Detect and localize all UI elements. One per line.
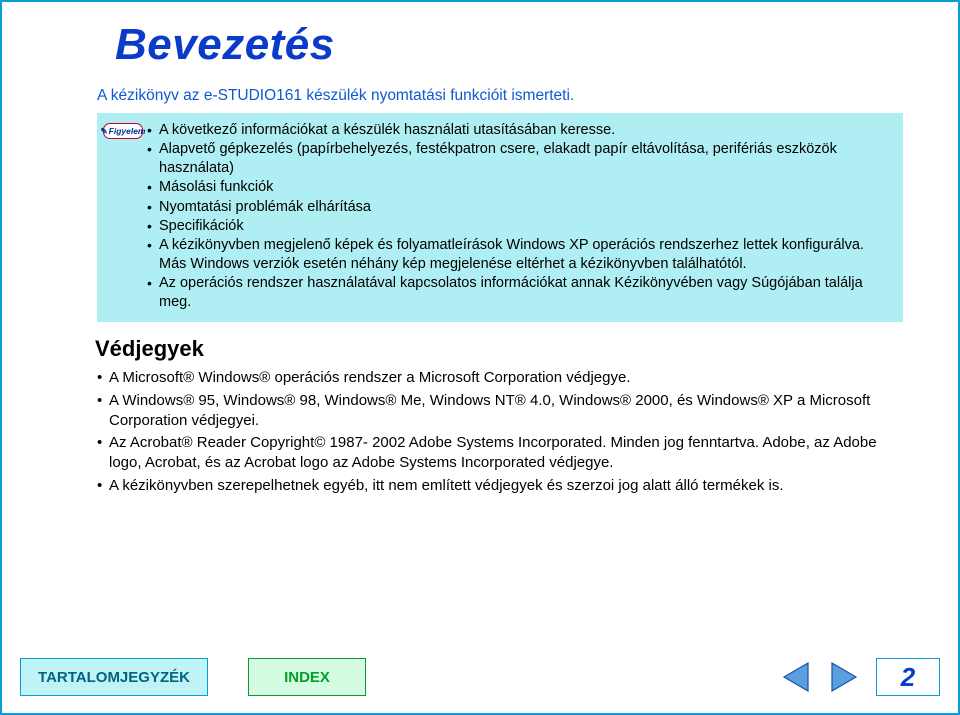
index-button[interactable]: INDEX xyxy=(248,658,366,696)
page-title: Bevezetés xyxy=(115,20,335,70)
toc-button[interactable]: TARTALOMJEGYZÉK xyxy=(20,658,208,696)
attention-icon-label: Figyelem xyxy=(109,126,146,136)
trademark-item: A Windows® 95, Windows® 98, Windows® Me,… xyxy=(97,391,903,432)
attention-list: A következő információkat a készülék has… xyxy=(147,121,893,312)
trademarks-list: A Microsoft® Windows® operációs rendszer… xyxy=(97,368,903,496)
next-page-button[interactable] xyxy=(826,659,862,695)
page-number-box: 2 xyxy=(876,658,940,696)
arrow-left-icon xyxy=(778,659,814,695)
index-label: INDEX xyxy=(284,669,330,686)
content-area: A kézikönyv az e-STUDIO161 készülék nyom… xyxy=(97,87,903,498)
attention-item: Nyomtatási problémák elhárítása xyxy=(147,198,893,217)
arrow-right-icon xyxy=(826,659,862,695)
intro-text: A kézikönyv az e-STUDIO161 készülék nyom… xyxy=(97,87,903,105)
attention-item: A következő információkat a készülék has… xyxy=(147,121,893,140)
title-plate: Bevezetés xyxy=(97,16,353,80)
attention-item: Specifikációk xyxy=(147,217,893,236)
trademark-item: A kézikönyvben szerepelhetnek egyéb, itt… xyxy=(97,476,903,496)
attention-item: Alapvető gépkezelés (papírbehelyezés, fe… xyxy=(147,140,893,178)
nav-arrows xyxy=(778,659,862,695)
attention-box: Figyelem A következő információkat a kés… xyxy=(97,113,903,322)
trademark-item: A Microsoft® Windows® operációs rendszer… xyxy=(97,368,903,388)
attention-item: A kézikönyvben megjelenő képek és folyam… xyxy=(147,236,893,274)
footer-bar: TARTALOMJEGYZÉK INDEX 2 xyxy=(20,655,940,699)
attention-icon: Figyelem xyxy=(103,123,143,139)
attention-item: Az operációs rendszer használatával kapc… xyxy=(147,274,893,312)
page-number: 2 xyxy=(901,662,915,693)
document-page: Bevezetés A kézikönyv az e-STUDIO161 kés… xyxy=(0,0,960,715)
toc-label: TARTALOMJEGYZÉK xyxy=(38,669,190,686)
trademarks-heading: Védjegyek xyxy=(95,336,903,362)
attention-item: Másolási funkciók xyxy=(147,178,893,197)
prev-page-button[interactable] xyxy=(778,659,814,695)
trademark-item: Az Acrobat® Reader Copyright© 1987- 2002… xyxy=(97,433,903,474)
